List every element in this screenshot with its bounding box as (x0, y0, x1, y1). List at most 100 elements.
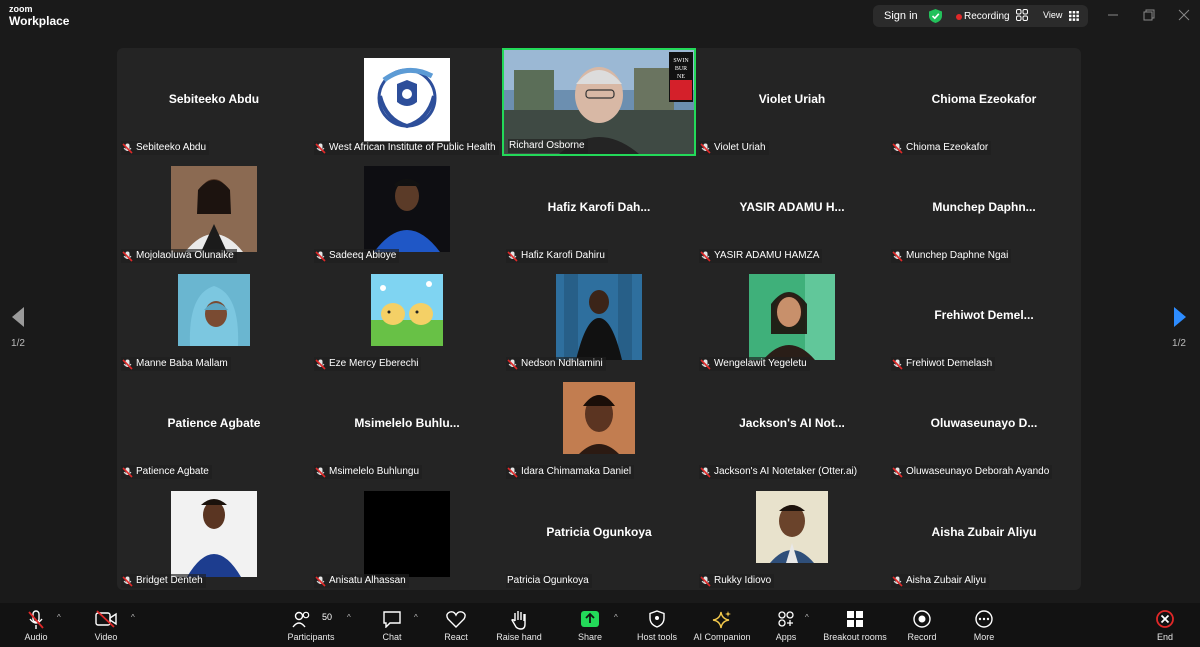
participant-tile[interactable]: Chioma Ezeokafor Chioma Ezeokafor (887, 48, 1081, 156)
apps-options-caret[interactable]: ^ (805, 613, 809, 622)
participant-tile[interactable]: Violet Uriah Violet Uriah (695, 48, 889, 156)
participant-tile[interactable]: Anisatu Alhassan (310, 481, 504, 589)
muted-mic-icon (315, 358, 326, 370)
participant-tile[interactable]: Nedson Ndhlamini (502, 264, 696, 372)
react-button[interactable]: React (436, 603, 476, 647)
participant-display-name: Patricia Ogunkoya (546, 525, 652, 539)
participants-button[interactable]: 50 Participants (282, 603, 340, 647)
participant-photo (556, 274, 642, 360)
breakout-rooms-button[interactable]: Breakout rooms (823, 603, 887, 647)
participant-tile[interactable]: West African Institute of Public Health (310, 48, 504, 156)
chat-button[interactable]: Chat (372, 603, 412, 647)
active-speaker-tile[interactable]: SWIN BUR NE Richard Osborne (502, 48, 696, 156)
participant-photo (756, 491, 828, 563)
participant-name-label: Patricia Ogunkoya (507, 575, 589, 586)
audio-options-caret[interactable]: ^ (57, 613, 61, 622)
participants-label: Participants (287, 632, 335, 642)
chevron-left-icon (12, 307, 24, 327)
view-button[interactable]: View (1043, 10, 1062, 20)
view-grid-icon[interactable] (1069, 11, 1079, 21)
participant-display-name: Patience Agbate (167, 416, 261, 430)
share-options-caret[interactable]: ^ (614, 613, 618, 622)
audio-label: Audio (24, 632, 48, 642)
muted-mic-icon (700, 575, 711, 587)
participant-display-name: YASIR ADAMU H... (739, 200, 845, 214)
participant-tile[interactable]: Sebiteeko Abdu Sebiteeko Abdu (117, 48, 311, 156)
participant-tile[interactable]: Frehiwot Demel... Frehiwot Demelash (887, 264, 1081, 372)
participants-icon (292, 611, 310, 628)
raise-hand-icon (511, 611, 526, 630)
video-off-icon (95, 610, 117, 628)
participant-tile[interactable]: YASIR ADAMU H... YASIR ADAMU HAMZA (695, 156, 889, 264)
participant-display-name: Oluwaseunayo D... (930, 416, 1038, 430)
muted-mic-icon (700, 466, 711, 478)
sparkle-icon (712, 611, 731, 629)
participant-tile[interactable]: Msimelelo Buhlu... Msimelelo Buhlungu (310, 372, 504, 480)
host-tools-button[interactable]: Host tools (634, 603, 680, 647)
participant-tile[interactable]: Patricia Ogunkoya Patricia Ogunkoya (502, 481, 696, 589)
next-page-button[interactable]: 1/2 (1166, 290, 1192, 360)
restore-icon[interactable] (1142, 8, 1156, 22)
gallery-grid-icon[interactable] (1016, 9, 1028, 21)
participant-name-label: West African Institute of Public Health (329, 142, 496, 153)
raise-hand-button[interactable]: Raise hand (492, 603, 546, 647)
ai-companion-label: AI Companion (693, 632, 751, 642)
participant-name-label: Violet Uriah (714, 142, 766, 153)
page-indicator-right: 1/2 (1172, 338, 1186, 349)
muted-mic-icon (892, 250, 903, 262)
chat-options-caret[interactable]: ^ (414, 613, 418, 622)
end-label: End (1156, 632, 1174, 642)
participant-display-name: Sebiteeko Abdu (168, 92, 260, 106)
muted-mic-icon (315, 250, 326, 262)
more-button[interactable]: More (964, 603, 1004, 647)
muted-mic-icon (122, 466, 133, 478)
video-button[interactable]: Video (84, 603, 128, 647)
participant-name-label: YASIR ADAMU HAMZA (714, 250, 820, 261)
share-button[interactable]: Share (570, 603, 610, 647)
end-meeting-button[interactable]: End (1145, 603, 1185, 647)
title-bar: zoom Workplace Sign in Recording View (0, 0, 1200, 34)
recording-status[interactable]: Recording (964, 11, 1010, 22)
participant-tile[interactable]: Rukky Idiovo (695, 481, 889, 589)
apps-label: Apps (775, 632, 797, 642)
muted-mic-icon (700, 358, 711, 370)
page-indicator-left: 1/2 (11, 338, 25, 349)
participant-tile[interactable]: Hafiz Karofi Dah... Hafiz Karofi Dahiru (502, 156, 696, 264)
participant-tile[interactable]: Manne Baba Mallam (117, 264, 311, 372)
participant-name-label: Jackson's AI Notetaker (Otter.ai) (714, 466, 858, 477)
muted-mic-icon (892, 358, 903, 370)
shield-icon[interactable] (929, 9, 942, 23)
participant-tile[interactable]: Munchep Daphn... Munchep Daphne Ngai (887, 156, 1081, 264)
ai-companion-button[interactable]: AI Companion (692, 603, 752, 647)
participant-tile[interactable]: Idara Chimamaka Daniel (502, 372, 696, 480)
sign-in-button[interactable]: Sign in (884, 10, 918, 22)
participant-name-label: Sadeeq Abioye (329, 250, 397, 261)
participant-tile[interactable]: Aisha Zubair Aliyu Aisha Zubair Aliyu (887, 481, 1081, 589)
participant-tile[interactable]: Eze Mercy Eberechi (310, 264, 504, 372)
end-icon (1156, 610, 1174, 628)
apps-button[interactable]: Apps (766, 603, 806, 647)
participant-name-label: Bridget Denteh (136, 575, 203, 586)
participant-name-label: Anisatu Alhassan (329, 575, 406, 586)
audio-button[interactable]: Audio (14, 603, 58, 647)
participant-tile[interactable]: Wengelawit Yegeletu (695, 264, 889, 372)
participant-tile[interactable]: Patience Agbate Patience Agbate (117, 372, 311, 480)
previous-page-button[interactable]: 1/2 (5, 290, 31, 360)
participant-tile[interactable]: Bridget Denteh (117, 481, 311, 589)
participant-photo (171, 166, 257, 252)
video-options-caret[interactable]: ^ (131, 613, 135, 622)
participant-tile[interactable]: Jackson's AI Not... Jackson's AI Notetak… (695, 372, 889, 480)
participants-options-caret[interactable]: ^ (347, 613, 351, 622)
muted-mic-icon (122, 142, 133, 154)
participant-tile[interactable]: Sadeeq Abioye (310, 156, 504, 264)
participant-tile[interactable]: Mojolaoluwa Olunaike (117, 156, 311, 264)
participant-tile[interactable]: Oluwaseunayo D... Oluwaseunayo Deborah A… (887, 372, 1081, 480)
react-label: React (444, 632, 468, 642)
muted-mic-icon (315, 466, 326, 478)
meeting-toolbar: Audio ^ Video ^ 50 Participants ^ Chat ^… (0, 603, 1200, 647)
close-icon[interactable] (1177, 8, 1191, 22)
record-button[interactable]: Record (902, 603, 942, 647)
participants-count: 50 (322, 612, 333, 622)
record-icon (913, 610, 931, 628)
minimize-icon[interactable] (1106, 8, 1120, 22)
